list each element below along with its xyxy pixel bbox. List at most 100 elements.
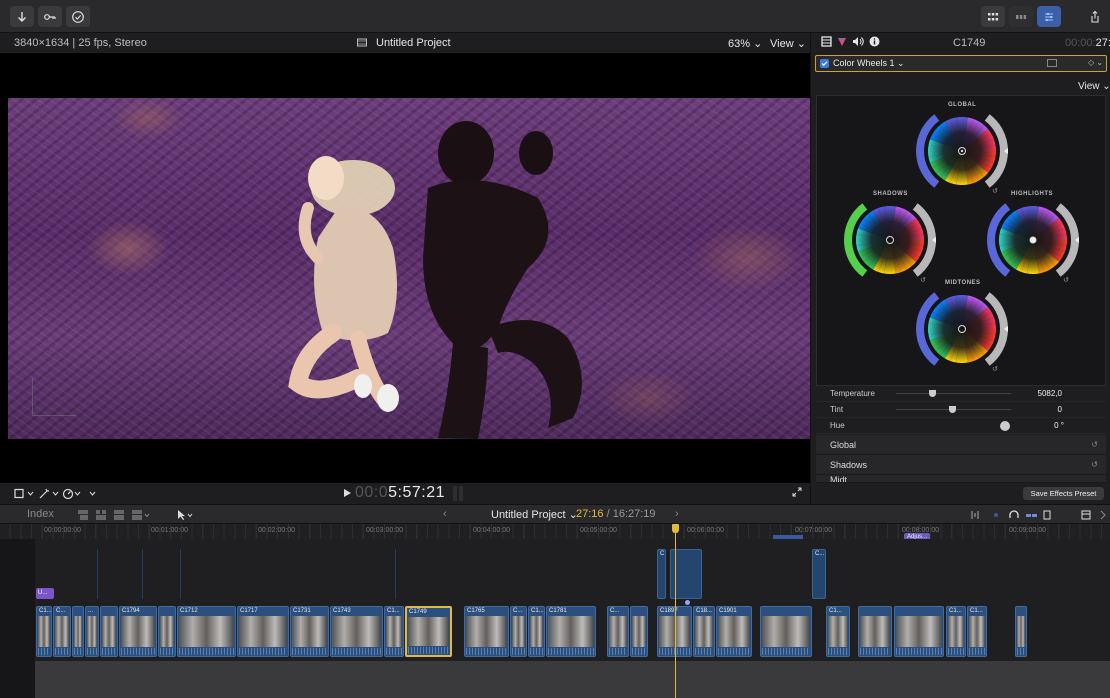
clip-audio-waveform [466, 648, 507, 655]
shadows-wheel[interactable]: ↺ [844, 203, 936, 284]
timeline-project-dropdown[interactable]: Untitled Project ⌄ [491, 508, 578, 521]
timeline-ruler[interactable]: 00:00:00:00 00:01:00:00 00:02:00:00 00:0… [0, 524, 1110, 541]
timeline-clip[interactable]: C1794 [119, 606, 157, 657]
timeline-clip[interactable]: C1781 [546, 606, 596, 657]
keyframe-diamond-icon[interactable]: ◇ ⌄ [1088, 58, 1103, 67]
timeline-clip[interactable]: C1... [384, 606, 404, 657]
timeline-clip[interactable]: C1765 [464, 606, 509, 657]
temperature-slider[interactable] [896, 393, 1011, 394]
import-media-button[interactable] [10, 6, 34, 27]
retime-menu-button[interactable] [62, 488, 100, 502]
timeline-clip[interactable]: C18... [693, 606, 715, 657]
timeline-clip[interactable]: C1... [967, 606, 987, 657]
info-icon [869, 36, 880, 47]
effect-name-dropdown[interactable]: Color Wheels 1 ⌄ [833, 58, 905, 69]
temperature-slider-knob[interactable] [929, 390, 936, 397]
clip-thumbnail [332, 616, 381, 647]
connected-clip[interactable]: C... [812, 549, 826, 599]
keyword-button[interactable] [38, 6, 62, 27]
wheel-puck[interactable] [1029, 236, 1037, 244]
timeline-clip[interactable]: ... [85, 606, 99, 657]
global-wheel[interactable]: ↺ [916, 114, 1008, 195]
effect-enable-checkbox[interactable] [820, 59, 829, 68]
inspector-view-dropdown[interactable]: View ⌄ [1078, 81, 1110, 92]
index-button[interactable]: Index [27, 508, 54, 520]
effect-selector-row[interactable]: Color Wheels 1 ⌄ ◇ ⌄ [815, 55, 1107, 72]
timeline-clip[interactable] [630, 606, 648, 657]
section-midtones[interactable]: Midt [816, 475, 1106, 483]
timeline-clip[interactable]: C1... [528, 606, 545, 657]
ruler-tick-label: 00:06:00:00 [687, 527, 724, 534]
browser-toggle-button[interactable] [981, 6, 1005, 27]
timeline-clip[interactable] [858, 606, 892, 657]
reset-icon[interactable]: ↺ [1091, 440, 1098, 449]
audio-inspector-tab[interactable] [852, 36, 864, 50]
timeline-clip[interactable]: C1901 [716, 606, 752, 657]
timeline-clip[interactable]: C1749 [405, 606, 452, 657]
timeline-clip[interactable] [894, 606, 944, 657]
transform-menu-button[interactable] [14, 488, 36, 502]
hue-dial[interactable] [1000, 421, 1010, 431]
timeline-header: Index ‹ Untitled Project ⌄ 27:16 / 16:27… [0, 504, 1110, 524]
timeline-clip[interactable] [760, 606, 812, 657]
timeline-clip[interactable]: C1712 [177, 606, 236, 657]
midtones-wheel[interactable]: ↺ [916, 292, 1008, 373]
timeline-toggle-button[interactable] [1009, 6, 1033, 27]
timeline-clip[interactable] [1015, 606, 1027, 657]
highlights-wheel[interactable]: ↺ [987, 203, 1079, 284]
connected-clip[interactable]: C [657, 549, 666, 599]
history-forward-button[interactable]: › [675, 508, 679, 520]
info-inspector-tab[interactable] [869, 36, 880, 50]
timeline-clip[interactable]: C... [607, 606, 629, 657]
clip-thumbnail [74, 616, 82, 647]
zoom-level-dropdown[interactable]: 63% ⌄ [728, 37, 762, 50]
save-effects-preset-button[interactable]: Save Effects Preset [1023, 487, 1104, 500]
color-inspector-tab[interactable] [837, 37, 847, 50]
video-viewer[interactable] [0, 53, 810, 483]
color-wheels[interactable]: ↺ ↺ ↺ ↺ [817, 96, 1107, 387]
wheel-reset-icon[interactable]: ↺ [1063, 276, 1069, 284]
video-inspector-tab[interactable] [821, 36, 832, 50]
hue-value[interactable]: 0 ° [1054, 421, 1064, 430]
play-button[interactable] [343, 488, 352, 501]
history-back-button[interactable]: ‹ [443, 508, 447, 520]
download-arrow-icon [18, 11, 26, 22]
viewer-view-dropdown[interactable]: View ⌄ [770, 37, 806, 50]
temperature-value[interactable]: 5082,0 [1038, 389, 1062, 398]
reset-icon[interactable]: ↺ [1091, 460, 1098, 469]
clip-appearance-icons[interactable] [78, 509, 158, 524]
wheel-reset-icon[interactable]: ↺ [992, 187, 998, 195]
timeline-clip[interactable]: C1731 [290, 606, 329, 657]
timecode-display[interactable]: 00:05:57:21 [355, 484, 445, 502]
timeline-clip[interactable]: C1717 [237, 606, 289, 657]
playhead[interactable] [675, 524, 676, 698]
clip-label: ... [88, 608, 94, 614]
tint-slider-knob[interactable] [949, 406, 956, 413]
share-button[interactable] [1085, 6, 1105, 27]
timeline-clip[interactable]: C... [53, 606, 71, 657]
clip-label: C... [513, 608, 523, 614]
title-clip[interactable]: U... [36, 588, 54, 599]
section-shadows[interactable]: Shadows ↺ [816, 455, 1106, 475]
timeline-clip[interactable] [158, 606, 176, 657]
enhance-menu-button[interactable] [38, 488, 62, 502]
mask-icon[interactable] [1047, 59, 1057, 67]
timeline-clip[interactable]: C... [510, 606, 527, 657]
playhead-handle[interactable] [672, 524, 679, 533]
timeline-tracks[interactable]: U... C C... C1... C...... C1794 C1712 C1717 C1… [0, 524, 1110, 698]
inspector-toggle-button[interactable] [1037, 6, 1061, 27]
section-global[interactable]: Global ↺ [816, 435, 1106, 455]
timeline-clip[interactable] [72, 606, 84, 657]
timeline-right-tools[interactable] [970, 509, 1110, 524]
wheel-reset-icon[interactable]: ↺ [992, 365, 998, 373]
timeline-clip[interactable]: C1... [826, 606, 850, 657]
timeline-clip[interactable]: C1743 [330, 606, 383, 657]
fullscreen-button[interactable] [792, 487, 802, 500]
timeline-clip[interactable]: C1... [946, 606, 966, 657]
background-tasks-button[interactable] [66, 6, 90, 27]
wheel-reset-icon[interactable]: ↺ [920, 276, 926, 284]
timeline-clip[interactable] [100, 606, 118, 657]
timeline-clip[interactable]: C1... [36, 606, 52, 657]
select-tool-button[interactable] [176, 509, 196, 524]
tint-value[interactable]: 0 [1058, 405, 1062, 414]
